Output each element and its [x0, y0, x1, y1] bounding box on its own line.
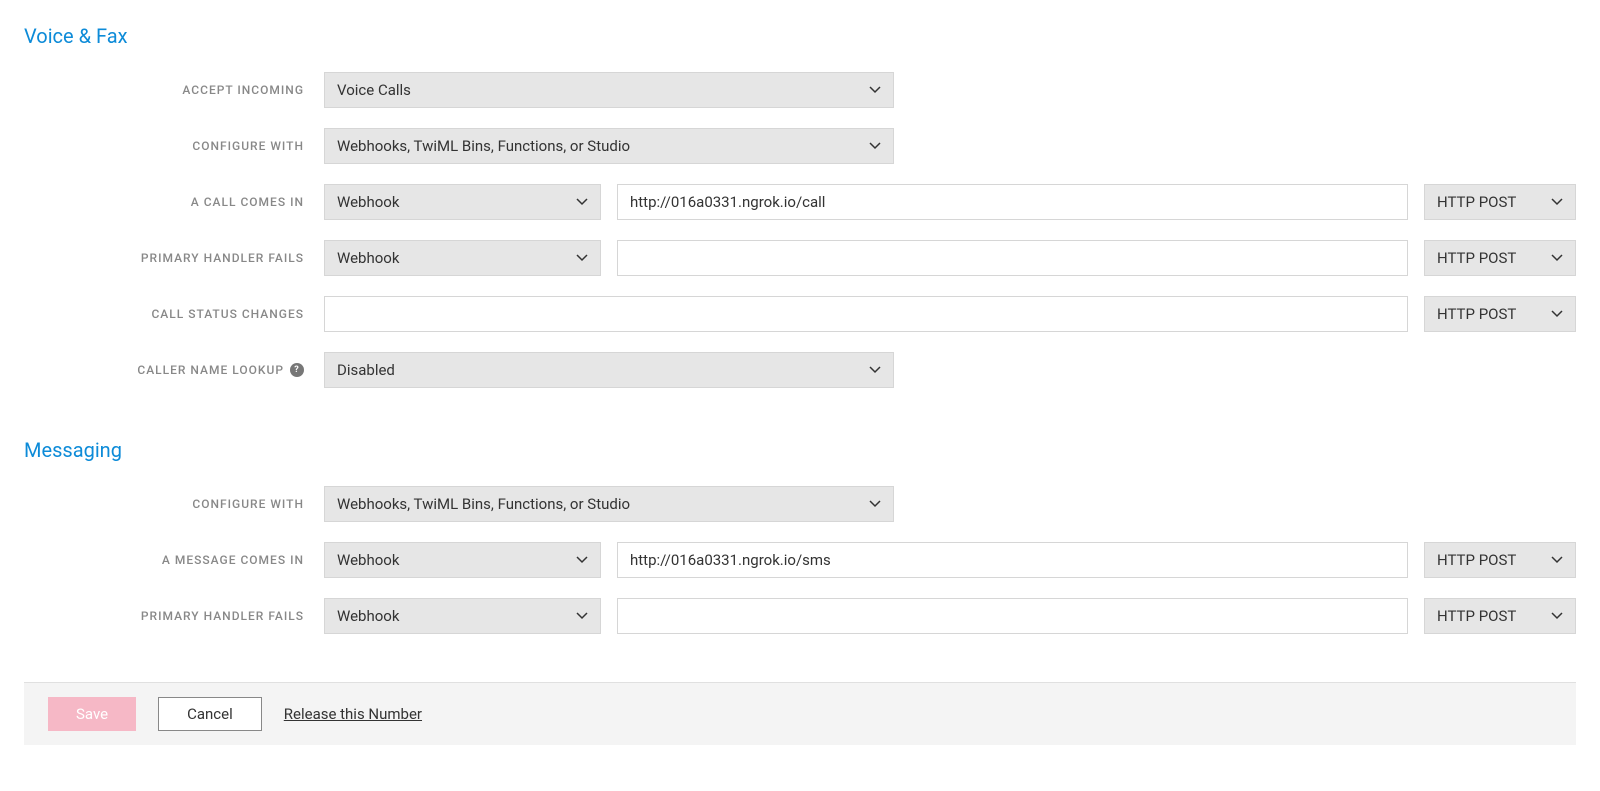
row-call-comes-in: A CALL COMES IN Webhook HTTP POST: [24, 184, 1576, 220]
select-status-method[interactable]: HTTP POST: [1424, 296, 1576, 332]
input-voice-fail-url[interactable]: [617, 240, 1408, 276]
select-messaging-fail-method[interactable]: HTTP POST: [1424, 598, 1576, 634]
chevron-down-icon: [869, 500, 881, 508]
input-message-url[interactable]: [617, 542, 1408, 578]
release-number-link[interactable]: Release this Number: [284, 705, 422, 723]
input-messaging-fail-url[interactable]: [617, 598, 1408, 634]
chevron-down-icon: [576, 254, 588, 262]
chevron-down-icon: [576, 612, 588, 620]
row-voice-primary-handler-fails: PRIMARY HANDLER FAILS Webhook HTTP POST: [24, 240, 1576, 276]
label-text: CALLER NAME LOOKUP: [137, 363, 284, 377]
select-voice-configure-with[interactable]: Webhooks, TwiML Bins, Functions, or Stud…: [324, 128, 894, 164]
label-message-comes-in: A MESSAGE COMES IN: [24, 553, 324, 567]
select-value: Webhooks, TwiML Bins, Functions, or Stud…: [337, 137, 630, 155]
select-messaging-fail-handler[interactable]: Webhook: [324, 598, 601, 634]
row-message-comes-in: A MESSAGE COMES IN Webhook HTTP POST: [24, 542, 1576, 578]
label-call-comes-in: A CALL COMES IN: [24, 195, 324, 209]
input-status-url[interactable]: [324, 296, 1408, 332]
voice-fax-heading: Voice & Fax: [24, 24, 1576, 48]
save-button[interactable]: Save: [48, 697, 136, 731]
select-value: Webhook: [337, 607, 399, 625]
label-caller-name-lookup: CALLER NAME LOOKUP ?: [24, 363, 324, 377]
select-message-method[interactable]: HTTP POST: [1424, 542, 1576, 578]
row-caller-name-lookup: CALLER NAME LOOKUP ? Disabled: [24, 352, 1576, 388]
chevron-down-icon: [1551, 254, 1563, 262]
select-value: Disabled: [337, 361, 395, 379]
select-value: Webhook: [337, 551, 399, 569]
select-call-method[interactable]: HTTP POST: [1424, 184, 1576, 220]
select-value: Webhook: [337, 249, 399, 267]
chevron-down-icon: [576, 198, 588, 206]
chevron-down-icon: [869, 142, 881, 150]
select-value: Webhook: [337, 193, 399, 211]
select-caller-name-lookup[interactable]: Disabled: [324, 352, 894, 388]
row-messaging-configure-with: CONFIGURE WITH Webhooks, TwiML Bins, Fun…: [24, 486, 1576, 522]
select-value: Voice Calls: [337, 81, 411, 99]
label-voice-configure-with: CONFIGURE WITH: [24, 139, 324, 153]
select-voice-fail-method[interactable]: HTTP POST: [1424, 240, 1576, 276]
chevron-down-icon: [1551, 198, 1563, 206]
select-value: HTTP POST: [1437, 551, 1516, 569]
row-accept-incoming: ACCEPT INCOMING Voice Calls: [24, 72, 1576, 108]
messaging-heading: Messaging: [24, 438, 1576, 462]
row-call-status-changes: CALL STATUS CHANGES HTTP POST: [24, 296, 1576, 332]
label-messaging-primary-handler-fails: PRIMARY HANDLER FAILS: [24, 609, 324, 623]
chevron-down-icon: [1551, 612, 1563, 620]
select-value: HTTP POST: [1437, 249, 1516, 267]
chevron-down-icon: [869, 86, 881, 94]
label-accept-incoming: ACCEPT INCOMING: [24, 83, 324, 97]
select-message-handler[interactable]: Webhook: [324, 542, 601, 578]
chevron-down-icon: [869, 366, 881, 374]
label-voice-primary-handler-fails: PRIMARY HANDLER FAILS: [24, 251, 324, 265]
chevron-down-icon: [576, 556, 588, 564]
select-accept-incoming[interactable]: Voice Calls: [324, 72, 894, 108]
label-call-status-changes: CALL STATUS CHANGES: [24, 307, 324, 321]
input-call-url[interactable]: [617, 184, 1408, 220]
select-messaging-configure-with[interactable]: Webhooks, TwiML Bins, Functions, or Stud…: [324, 486, 894, 522]
select-voice-fail-handler[interactable]: Webhook: [324, 240, 601, 276]
select-value: HTTP POST: [1437, 607, 1516, 625]
cancel-button[interactable]: Cancel: [158, 697, 262, 731]
help-icon[interactable]: ?: [290, 363, 304, 377]
chevron-down-icon: [1551, 310, 1563, 318]
chevron-down-icon: [1551, 556, 1563, 564]
row-messaging-primary-handler-fails: PRIMARY HANDLER FAILS Webhook HTTP POST: [24, 598, 1576, 634]
select-call-handler[interactable]: Webhook: [324, 184, 601, 220]
footer-bar: Save Cancel Release this Number: [24, 682, 1576, 745]
select-value: Webhooks, TwiML Bins, Functions, or Stud…: [337, 495, 630, 513]
row-voice-configure-with: CONFIGURE WITH Webhooks, TwiML Bins, Fun…: [24, 128, 1576, 164]
label-messaging-configure-with: CONFIGURE WITH: [24, 497, 324, 511]
select-value: HTTP POST: [1437, 193, 1516, 211]
select-value: HTTP POST: [1437, 305, 1516, 323]
